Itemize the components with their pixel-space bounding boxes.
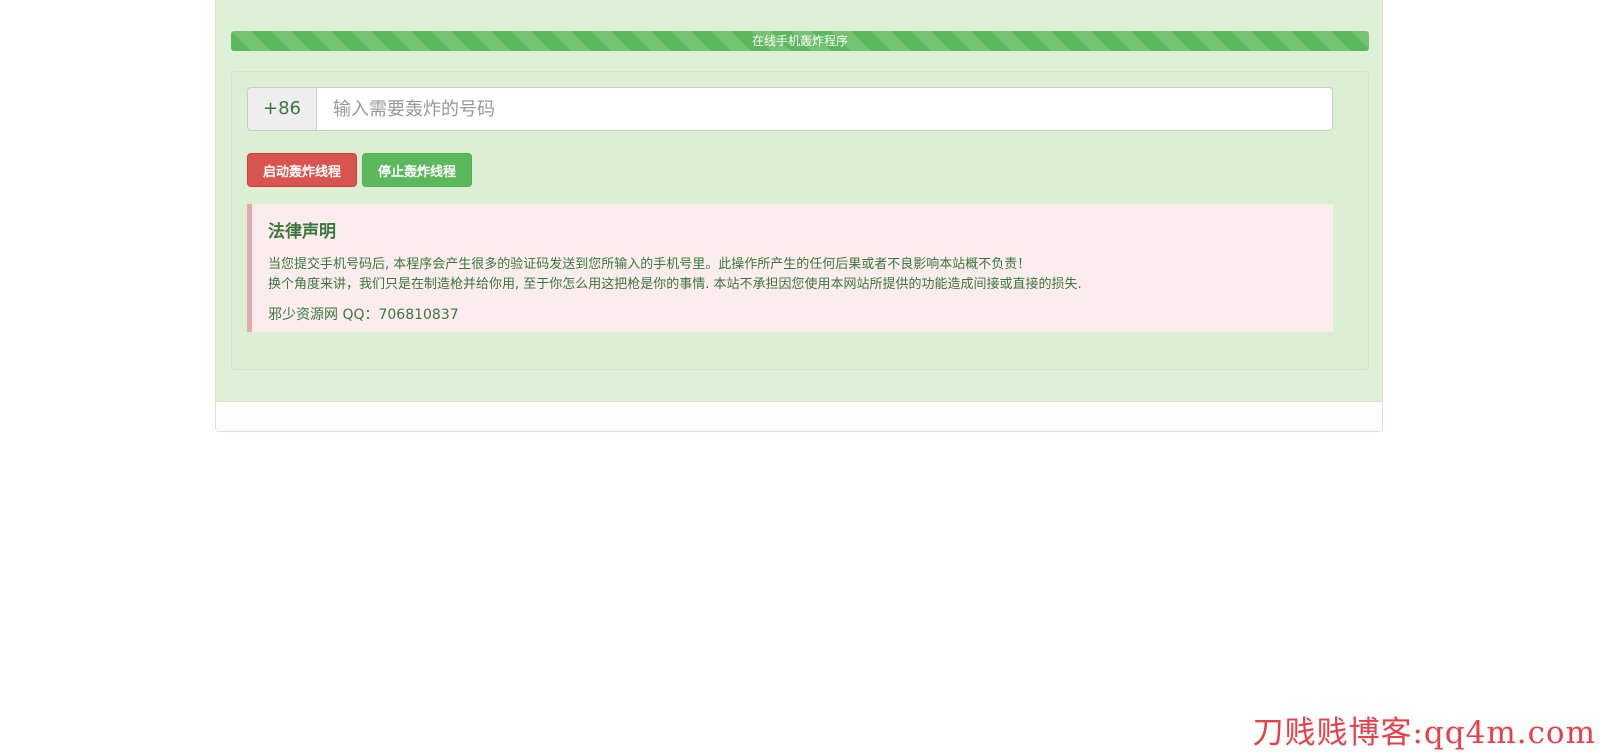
watermark-text: 刀贱贱博客:qq4m.com xyxy=(1252,715,1596,751)
legal-line-1: 当您提交手机号码后, 本程序会产生很多的验证码发送到您所输入的手机号里。此操作所… xyxy=(268,257,1031,272)
start-bomb-button[interactable]: 启动轰炸线程 xyxy=(247,153,357,187)
legal-line-2: 换个角度来讲，我们只是在制造枪并给你用, 至于你怎么用这把枪是你的事情. 本站不… xyxy=(268,277,1082,292)
main-panel: 在线手机轰炸程序 +86 启动轰炸线程 停止轰炸线程 法律声明 当您提交手机号码… xyxy=(215,0,1383,432)
phone-number-input[interactable] xyxy=(316,87,1333,131)
legal-title: 法律声明 xyxy=(268,222,336,242)
action-buttons: 启动轰炸线程 停止轰炸线程 xyxy=(247,153,472,187)
country-code-addon: +86 xyxy=(247,87,316,131)
legal-callout: 法律声明 当您提交手机号码后, 本程序会产生很多的验证码发送到您所输入的手机号里… xyxy=(247,204,1333,332)
panel-body: 在线手机轰炸程序 +86 启动轰炸线程 停止轰炸线程 法律声明 当您提交手机号码… xyxy=(216,0,1382,402)
stop-bomb-button[interactable]: 停止轰炸线程 xyxy=(362,153,472,187)
progress-bar-fill: 在线手机轰炸程序 xyxy=(231,31,1369,51)
contact-info: 邪少资源网 QQ：706810837 xyxy=(268,307,459,323)
phone-input-group: +86 xyxy=(247,87,1333,131)
form-well: +86 启动轰炸线程 停止轰炸线程 法律声明 当您提交手机号码后, 本程序会产生… xyxy=(231,71,1369,370)
title-progress-bar: 在线手机轰炸程序 xyxy=(231,31,1369,51)
